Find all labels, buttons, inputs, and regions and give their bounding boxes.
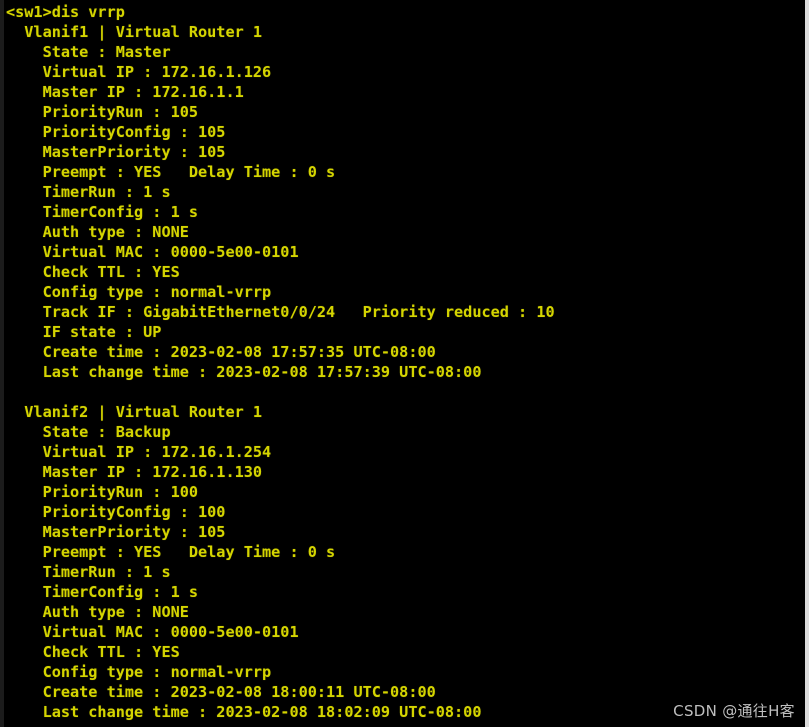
terminal-line-vlanif2-timer-run: TimerRun : 1 s: [6, 563, 171, 581]
terminal-line-vlanif1-priority-run: PriorityRun : 105: [6, 103, 199, 121]
terminal-line-vlanif1-timer-run: TimerRun : 1 s: [6, 183, 171, 201]
terminal-line-vlanif1-check-ttl: Check TTL : YES: [6, 263, 180, 281]
terminal-line-vlanif1-preempt: Preempt : YES Delay Time : 0 s: [6, 163, 336, 181]
terminal-line-vlanif2-priority-run: PriorityRun : 100: [6, 483, 199, 501]
terminal-line-vlanif2-preempt: Preempt : YES Delay Time : 0 s: [6, 543, 336, 561]
terminal-line-vlanif2-create-time: Create time : 2023-02-08 18:00:11 UTC-08…: [6, 683, 436, 701]
terminal-output-area[interactable]: <sw1>dis vrrp Vlanif1 | Virtual Router 1…: [4, 0, 805, 727]
terminal-line-vlanif2-last-change-time: Last change time : 2023-02-08 18:02:09 U…: [6, 703, 482, 721]
terminal-line-vlanif2-virtual-ip: Virtual IP : 172.16.1.254: [6, 443, 272, 461]
terminal-line-vlanif2-virtual-mac: Virtual MAC : 0000-5e00-0101: [6, 623, 299, 641]
terminal-line-vlanif2-check-ttl: Check TTL : YES: [6, 643, 180, 661]
terminal-line-vlanif2-auth-type: Auth type : NONE: [6, 603, 189, 621]
terminal-line-vlanif1-master-priority: MasterPriority : 105: [6, 143, 226, 161]
terminal-line-vlanif2-state: State : Backup: [6, 423, 171, 441]
terminal-line-vlanif2-priority-config: PriorityConfig : 100: [6, 503, 226, 521]
terminal-line-vlanif2-header: Vlanif2 | Virtual Router 1: [6, 403, 263, 421]
terminal-line-vlanif1-config-type: Config type : normal-vrrp: [6, 283, 272, 301]
terminal-window: <sw1>dis vrrp Vlanif1 | Virtual Router 1…: [0, 0, 809, 727]
terminal-line-vlanif1-create-time: Create time : 2023-02-08 17:57:35 UTC-08…: [6, 343, 436, 361]
terminal-line-vlanif1-master-ip: Master IP : 172.16.1.1: [6, 83, 244, 101]
terminal-line-vlanif1-track-if: Track IF : GigabitEthernet0/0/24 Priorit…: [6, 303, 555, 321]
terminal-line-vlanif1-if-state: IF state : UP: [6, 323, 162, 341]
terminal-line-vlanif1-state: State : Master: [6, 43, 171, 61]
terminal-line-blank-separator: [6, 382, 805, 402]
terminal-line-prompt: <sw1>dis vrrp: [6, 3, 125, 21]
terminal-line-vlanif2-timer-config: TimerConfig : 1 s: [6, 583, 199, 601]
terminal-line-vlanif1-priority-config: PriorityConfig : 105: [6, 123, 226, 141]
terminal-line-vlanif1-virtual-mac: Virtual MAC : 0000-5e00-0101: [6, 243, 299, 261]
terminal-line-vlanif2-master-ip: Master IP : 172.16.1.130: [6, 463, 263, 481]
terminal-line-vlanif1-virtual-ip: Virtual IP : 172.16.1.126: [6, 63, 272, 81]
terminal-line-vlanif2-config-type: Config type : normal-vrrp: [6, 663, 272, 681]
terminal-line-vlanif1-timer-config: TimerConfig : 1 s: [6, 203, 199, 221]
terminal-line-vlanif1-last-change-time: Last change time : 2023-02-08 17:57:39 U…: [6, 363, 482, 381]
terminal-line-vlanif1-header: Vlanif1 | Virtual Router 1: [6, 23, 263, 41]
terminal-line-vlanif1-auth-type: Auth type : NONE: [6, 223, 189, 241]
terminal-line-vlanif2-master-priority: MasterPriority : 105: [6, 523, 226, 541]
